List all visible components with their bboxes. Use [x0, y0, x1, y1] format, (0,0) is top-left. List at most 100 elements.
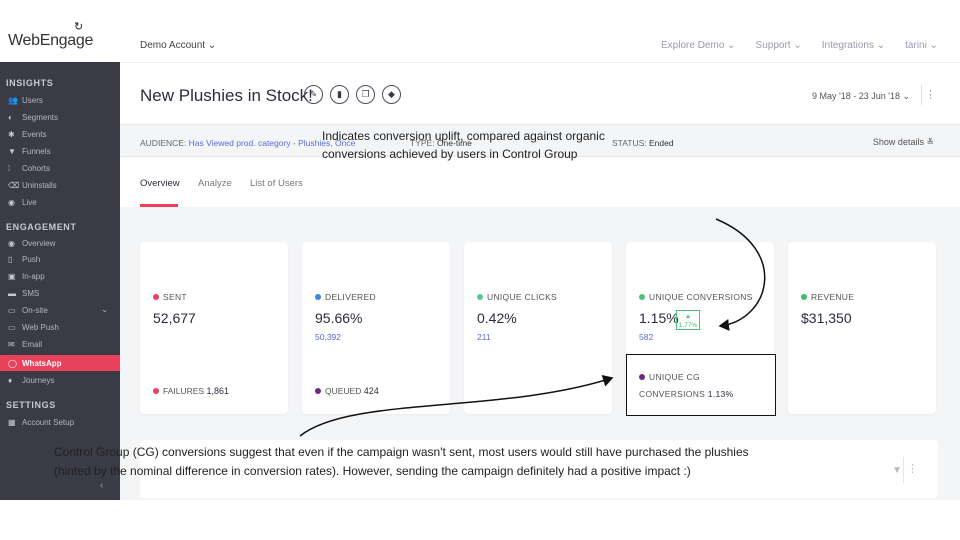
cohorts-icon: ⁞	[8, 163, 11, 173]
user-menu[interactable]: tarini ⌄	[905, 40, 938, 51]
sidebar-item-events[interactable]: ✱ Events	[0, 126, 120, 142]
footer-label: QUEUED	[325, 386, 362, 396]
delete-icon[interactable]: ▮	[330, 85, 349, 104]
logo-mark-icon: ↻	[74, 21, 83, 33]
footer-value: 1,861	[206, 386, 230, 396]
card-label: DELIVERED	[325, 292, 376, 302]
queued-dot-icon	[315, 388, 321, 394]
card-subvalue: 582	[639, 332, 654, 342]
filter-icon[interactable]: ▼	[892, 465, 902, 476]
topbar: Demo Account ⌄ Explore Demo ⌄ Support ⌄ …	[120, 0, 960, 62]
cg-value: 1.13%	[707, 389, 734, 399]
metric-card-revenue: REVENUE $31,350	[788, 242, 936, 414]
push-icon: ▯	[8, 254, 13, 264]
card-value: 95.66%	[315, 310, 363, 326]
cg-dot-icon	[639, 374, 645, 380]
top-nav: Explore Demo ⌄ Support ⌄ Integrations ⌄ …	[661, 40, 938, 51]
card-value: $31,350	[801, 310, 852, 326]
sidebar-item-overview[interactable]: ◉ Overview	[0, 235, 120, 251]
sidebar-item-sms[interactable]: ▬ SMS	[0, 285, 120, 301]
card-value: 52,677	[153, 310, 196, 326]
sent-dot-icon	[153, 294, 159, 300]
footer-label: FAILURES	[163, 386, 205, 396]
grid-icon: ▦	[8, 417, 16, 427]
sidebar-item-uninstalls[interactable]: ⌫ Uninstalls	[0, 177, 120, 193]
sidebar-item-account-setup[interactable]: ▦ Account Setup	[0, 414, 120, 430]
sidebar-item-push[interactable]: ▯ Push	[0, 251, 120, 267]
show-details-button[interactable]: Show details ≚	[873, 137, 934, 148]
tag-icon[interactable]: ◆	[382, 85, 401, 104]
app-window: INSIGHTS 👥 Users ◐ Segments ✱ Events ▼ Funne…	[0, 0, 960, 540]
status-info: STATUS: Ended	[612, 138, 674, 148]
segments-icon: ◐	[8, 112, 13, 122]
uplift-badge: ▲ 1.77%	[676, 310, 700, 330]
card-label: UNIQUE CONVERSIONS	[649, 292, 753, 302]
sidebar-item-segments[interactable]: ◐ Segments	[0, 109, 120, 125]
live-icon: ◉	[8, 197, 15, 207]
sidebar-item-funnels[interactable]: ▼ Funnels	[0, 143, 120, 159]
sidebar-item-on-site[interactable]: ▭ On-site ⌄	[0, 302, 120, 318]
cg-annotation: Control Group (CG) conversions suggest t…	[54, 445, 749, 478]
eye-icon: ◉	[8, 238, 15, 248]
active-tab-indicator	[140, 204, 178, 207]
card-subvalue: 211	[477, 332, 491, 342]
collapse-sidebar-icon[interactable]: ‹	[100, 480, 103, 491]
whatsapp-icon: ◯	[8, 358, 17, 368]
card-label: SENT	[163, 292, 187, 302]
metric-card-delivered: DELIVERED 95.66% 50,392 QUEUED 424	[302, 242, 450, 414]
revenue-dot-icon	[801, 294, 807, 300]
sidebar-item-in-app[interactable]: ▣ In-app	[0, 268, 120, 284]
conversions-dot-icon	[639, 294, 645, 300]
sidebar-item-web-push[interactable]: ▭ Web Push	[0, 319, 120, 335]
sidebar-item-cohorts[interactable]: ⁞ Cohorts	[0, 160, 120, 176]
cg-conversions-box: UNIQUE CG CONVERSIONS 1.13%	[626, 354, 776, 416]
sidebar-item-email[interactable]: ✉ Email	[0, 336, 120, 352]
cg-label: UNIQUE CG	[649, 372, 700, 382]
tab-analyze[interactable]: Analyze	[198, 178, 232, 189]
edit-icon[interactable]: ✎	[304, 85, 323, 104]
tab-list-of-users[interactable]: List of Users	[250, 178, 303, 189]
sidebar-item-journeys[interactable]: ♦ Journeys	[0, 372, 120, 388]
card-value: 1.15%	[639, 310, 679, 326]
sidebar-section-settings: SETTINGS	[6, 400, 56, 410]
card-value: 0.42%	[477, 310, 517, 326]
support-menu[interactable]: Support ⌄	[756, 40, 802, 51]
funnels-icon: ▼	[8, 146, 16, 156]
card-label: REVENUE	[811, 292, 855, 302]
uninstalls-icon: ⌫	[8, 180, 20, 190]
failures-dot-icon	[153, 388, 159, 394]
metric-card-unique-clicks: UNIQUE CLICKS 0.42% 211	[464, 242, 612, 414]
sidebar-item-live[interactable]: ◉ Live	[0, 194, 120, 210]
sidebar-item-users[interactable]: 👥 Users	[0, 92, 120, 108]
divider	[903, 457, 904, 483]
on-site-icon: ▭	[8, 305, 16, 315]
sidebar-item-whatsapp[interactable]: ◯ WhatsApp	[0, 355, 120, 371]
footer-value: 424	[363, 386, 379, 396]
users-icon: 👥	[8, 95, 18, 105]
explore-demo-menu[interactable]: Explore Demo ⌄	[661, 40, 736, 51]
divider	[921, 85, 922, 105]
web-push-icon: ▭	[8, 322, 16, 332]
metric-card-sent: SENT 52,677 FAILURES 1,861	[140, 242, 288, 414]
campaign-header: New Plushies in Stock! ✎ ▮ ❐ ◆ 9 May '18…	[120, 62, 960, 124]
webengage-logo[interactable]: WebEngage ↻	[8, 21, 93, 50]
page-title: New Plushies in Stock!	[140, 86, 313, 105]
clicks-dot-icon	[477, 294, 483, 300]
copy-icon[interactable]: ❐	[356, 85, 375, 104]
chevron-down-icon: ⌄	[101, 305, 108, 314]
sidebar: INSIGHTS 👥 Users ◐ Segments ✱ Events ▼ Funne…	[0, 0, 120, 500]
date-range-picker[interactable]: 9 May '18 - 23 Jun '18 ⌄	[812, 91, 910, 102]
account-switcher[interactable]: Demo Account ⌄	[140, 40, 216, 51]
more-options-icon[interactable]: ⋮	[907, 462, 918, 475]
in-app-icon: ▣	[8, 271, 16, 281]
tabs-row: Overview Analyze List of Users	[120, 157, 960, 207]
card-label: UNIQUE CLICKS	[487, 292, 558, 302]
more-options-icon[interactable]: ⋮	[925, 88, 936, 101]
journeys-icon: ♦	[8, 375, 13, 385]
logo-area: WebEngage ↻	[0, 0, 120, 62]
up-arrow-icon: ▲	[684, 313, 692, 320]
sms-icon: ▬	[8, 288, 16, 298]
integrations-menu[interactable]: Integrations ⌄	[822, 40, 885, 51]
tab-overview[interactable]: Overview	[140, 178, 180, 189]
email-icon: ✉	[8, 339, 15, 349]
